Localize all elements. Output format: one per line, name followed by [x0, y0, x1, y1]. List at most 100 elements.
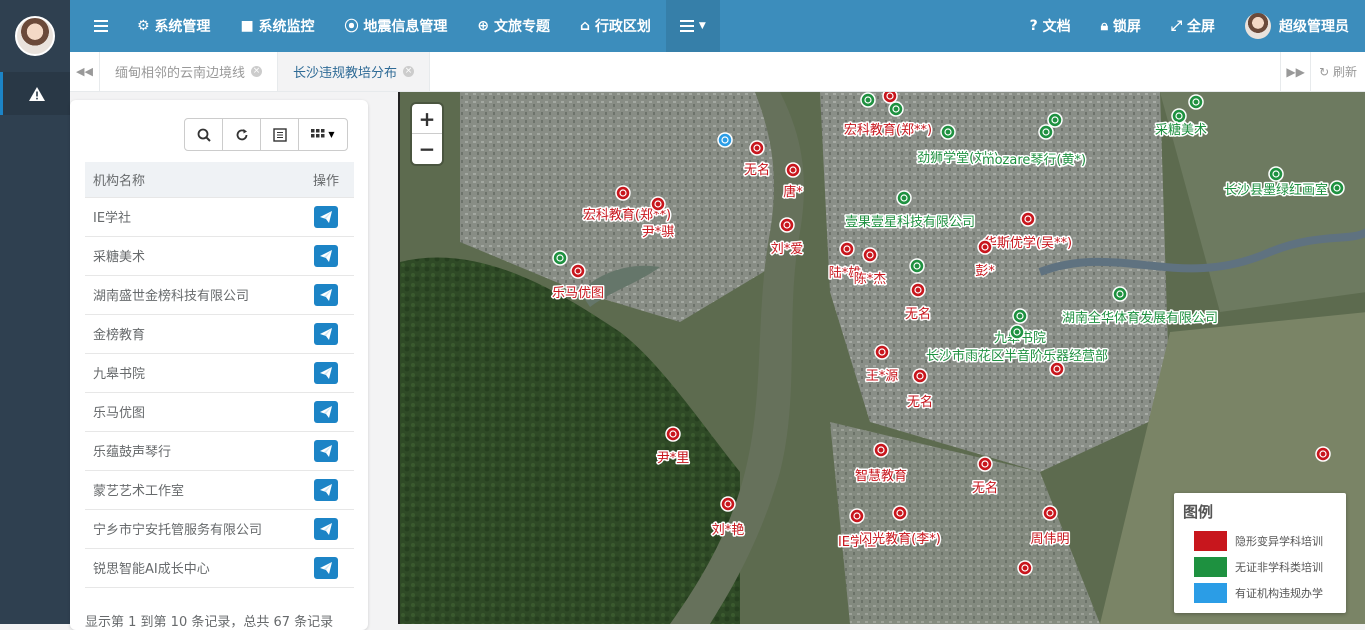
- marker-dot[interactable]: [615, 185, 631, 201]
- legend-title: 图例: [1183, 503, 1214, 521]
- marker-dot[interactable]: [888, 101, 904, 117]
- marker-dot[interactable]: [860, 92, 876, 108]
- marker-dot[interactable]: [552, 250, 568, 266]
- close-icon[interactable]: ×: [251, 66, 263, 77]
- avatar[interactable]: [15, 16, 55, 56]
- marker-dot[interactable]: [909, 258, 925, 274]
- menu-docs[interactable]: ? 文档: [1015, 0, 1086, 52]
- menu-lock-screen[interactable]: 🔒︎ 锁屏: [1086, 0, 1156, 52]
- marker-dot[interactable]: [779, 217, 795, 233]
- marker-dot[interactable]: [1047, 112, 1063, 128]
- marker-dot[interactable]: [862, 247, 878, 263]
- marker-dot[interactable]: [1042, 505, 1058, 521]
- green-marker[interactable]: [860, 92, 876, 108]
- marker-dot[interactable]: [1049, 361, 1065, 377]
- marker-dot[interactable]: [1171, 108, 1187, 124]
- map-view[interactable]: 宏科教育(郑**) 无名 唐* 宏科教育(郑**) 尹*骐 刘*爱 乐马优图 华斯优学(吴**…: [398, 92, 1365, 624]
- marker-dot[interactable]: [785, 162, 801, 178]
- table-row[interactable]: 锐思智能AI成长中心: [85, 548, 354, 588]
- locate-button[interactable]: [314, 400, 338, 423]
- green-marker[interactable]: [1329, 180, 1345, 196]
- menu-admin-division[interactable]: ⌂ 行政区划: [565, 0, 666, 52]
- marker-dot[interactable]: [1012, 308, 1028, 324]
- tab-changsha-training[interactable]: 长沙违规教培分布 ×: [278, 52, 431, 91]
- zoom-out-button[interactable]: −: [412, 134, 442, 164]
- red-marker[interactable]: [1315, 446, 1331, 462]
- sidebar-item-alert[interactable]: [0, 72, 70, 115]
- marker-dot[interactable]: [717, 132, 733, 148]
- marker-dot[interactable]: [665, 426, 681, 442]
- menu-more-dropdown[interactable]: ▼: [665, 0, 720, 52]
- locate-button[interactable]: [314, 517, 338, 540]
- tab-scroll-left-button[interactable]: ◀◀: [70, 52, 100, 91]
- green-marker[interactable]: [1047, 112, 1063, 128]
- marker-dot[interactable]: [720, 496, 736, 512]
- zoom-in-button[interactable]: +: [412, 104, 442, 134]
- marker-dot[interactable]: [570, 263, 586, 279]
- toggle-view-button[interactable]: [260, 118, 299, 151]
- green-marker[interactable]: [888, 101, 904, 117]
- marker-dot[interactable]: [1329, 180, 1345, 196]
- locate-button[interactable]: [314, 322, 338, 345]
- marker-dot[interactable]: [1009, 324, 1025, 340]
- marker-dot[interactable]: [1188, 94, 1204, 110]
- marker-dot[interactable]: [892, 505, 908, 521]
- table-row[interactable]: 金榜教育: [85, 314, 354, 354]
- menu-system-monitor[interactable]: ■ 系统监控: [225, 0, 329, 52]
- marker-dot[interactable]: [1268, 166, 1284, 182]
- marker-dot[interactable]: [650, 196, 666, 212]
- locate-button[interactable]: [314, 556, 338, 579]
- locate-button[interactable]: [314, 244, 338, 267]
- sidebar-toggle-button[interactable]: [70, 0, 122, 52]
- marker-dot[interactable]: [1017, 560, 1033, 576]
- tab-yunnan-border[interactable]: 缅甸相邻的云南边境线 ×: [100, 52, 279, 91]
- close-icon[interactable]: ×: [403, 66, 415, 77]
- refresh-button[interactable]: ↻ 刷新: [1310, 52, 1365, 91]
- menu-system-management[interactable]: ⚙ 系统管理: [122, 0, 225, 52]
- tab-scroll-right-button[interactable]: ▶▶: [1280, 52, 1310, 91]
- marker-dot[interactable]: [977, 456, 993, 472]
- top-navbar: ⚙ 系统管理 ■ 系统监控 ⦿ 地震信息管理 ⊕ 文旅专题 ⌂ 行政区划 ▼ ?…: [70, 0, 1365, 52]
- table-row[interactable]: IE学社: [85, 197, 354, 237]
- marker-dot[interactable]: [874, 344, 890, 360]
- table-row[interactable]: 宁乡市宁安托管服务有限公司: [85, 509, 354, 549]
- red-marker[interactable]: [1049, 361, 1065, 377]
- green-marker[interactable]: [909, 258, 925, 274]
- table-row[interactable]: 蒙艺艺术工作室: [85, 470, 354, 510]
- marker-dot[interactable]: [849, 508, 865, 524]
- columns-dropdown-button[interactable]: ▼: [298, 118, 348, 151]
- locate-button[interactable]: [314, 439, 338, 462]
- green-marker[interactable]: [552, 250, 568, 266]
- marker-dot[interactable]: [873, 442, 889, 458]
- red-marker[interactable]: [1017, 560, 1033, 576]
- table-row[interactable]: 采糖美术: [85, 236, 354, 276]
- marker-dot[interactable]: [910, 282, 926, 298]
- marker-dot[interactable]: [749, 140, 765, 156]
- table-row[interactable]: 乐蕴鼓声琴行: [85, 431, 354, 471]
- locate-button[interactable]: [314, 361, 338, 384]
- menu-fullscreen[interactable]: ⤢ 全屏: [1156, 0, 1230, 52]
- blue-marker[interactable]: [717, 132, 733, 148]
- marker-dot[interactable]: [940, 124, 956, 140]
- table-row[interactable]: 乐马优图: [85, 392, 354, 432]
- marker-dot[interactable]: [839, 241, 855, 257]
- marker-dot[interactable]: [977, 239, 993, 255]
- green-marker[interactable]: [1188, 94, 1204, 110]
- menu-earthquake-info[interactable]: ⦿ 地震信息管理: [330, 0, 463, 52]
- user-menu[interactable]: 超级管理员: [1230, 0, 1365, 52]
- marker-dot[interactable]: [896, 190, 912, 206]
- menu-culture-tourism[interactable]: ⊕ 文旅专题: [462, 0, 565, 52]
- marker-dot[interactable]: [912, 368, 928, 384]
- locate-button[interactable]: [314, 283, 338, 306]
- table-row[interactable]: 九皋书院: [85, 353, 354, 393]
- marker-dot[interactable]: [1020, 211, 1036, 227]
- marker-dot[interactable]: [1315, 446, 1331, 462]
- refresh-table-button[interactable]: [222, 118, 261, 151]
- marker-dot[interactable]: [1038, 124, 1054, 140]
- column-header-name[interactable]: 机构名称: [85, 162, 298, 198]
- table-row[interactable]: 湖南盛世金榜科技有限公司: [85, 275, 354, 315]
- search-button[interactable]: [184, 118, 223, 151]
- marker-dot[interactable]: [1112, 286, 1128, 302]
- locate-button[interactable]: [314, 205, 338, 228]
- locate-button[interactable]: [314, 478, 338, 501]
